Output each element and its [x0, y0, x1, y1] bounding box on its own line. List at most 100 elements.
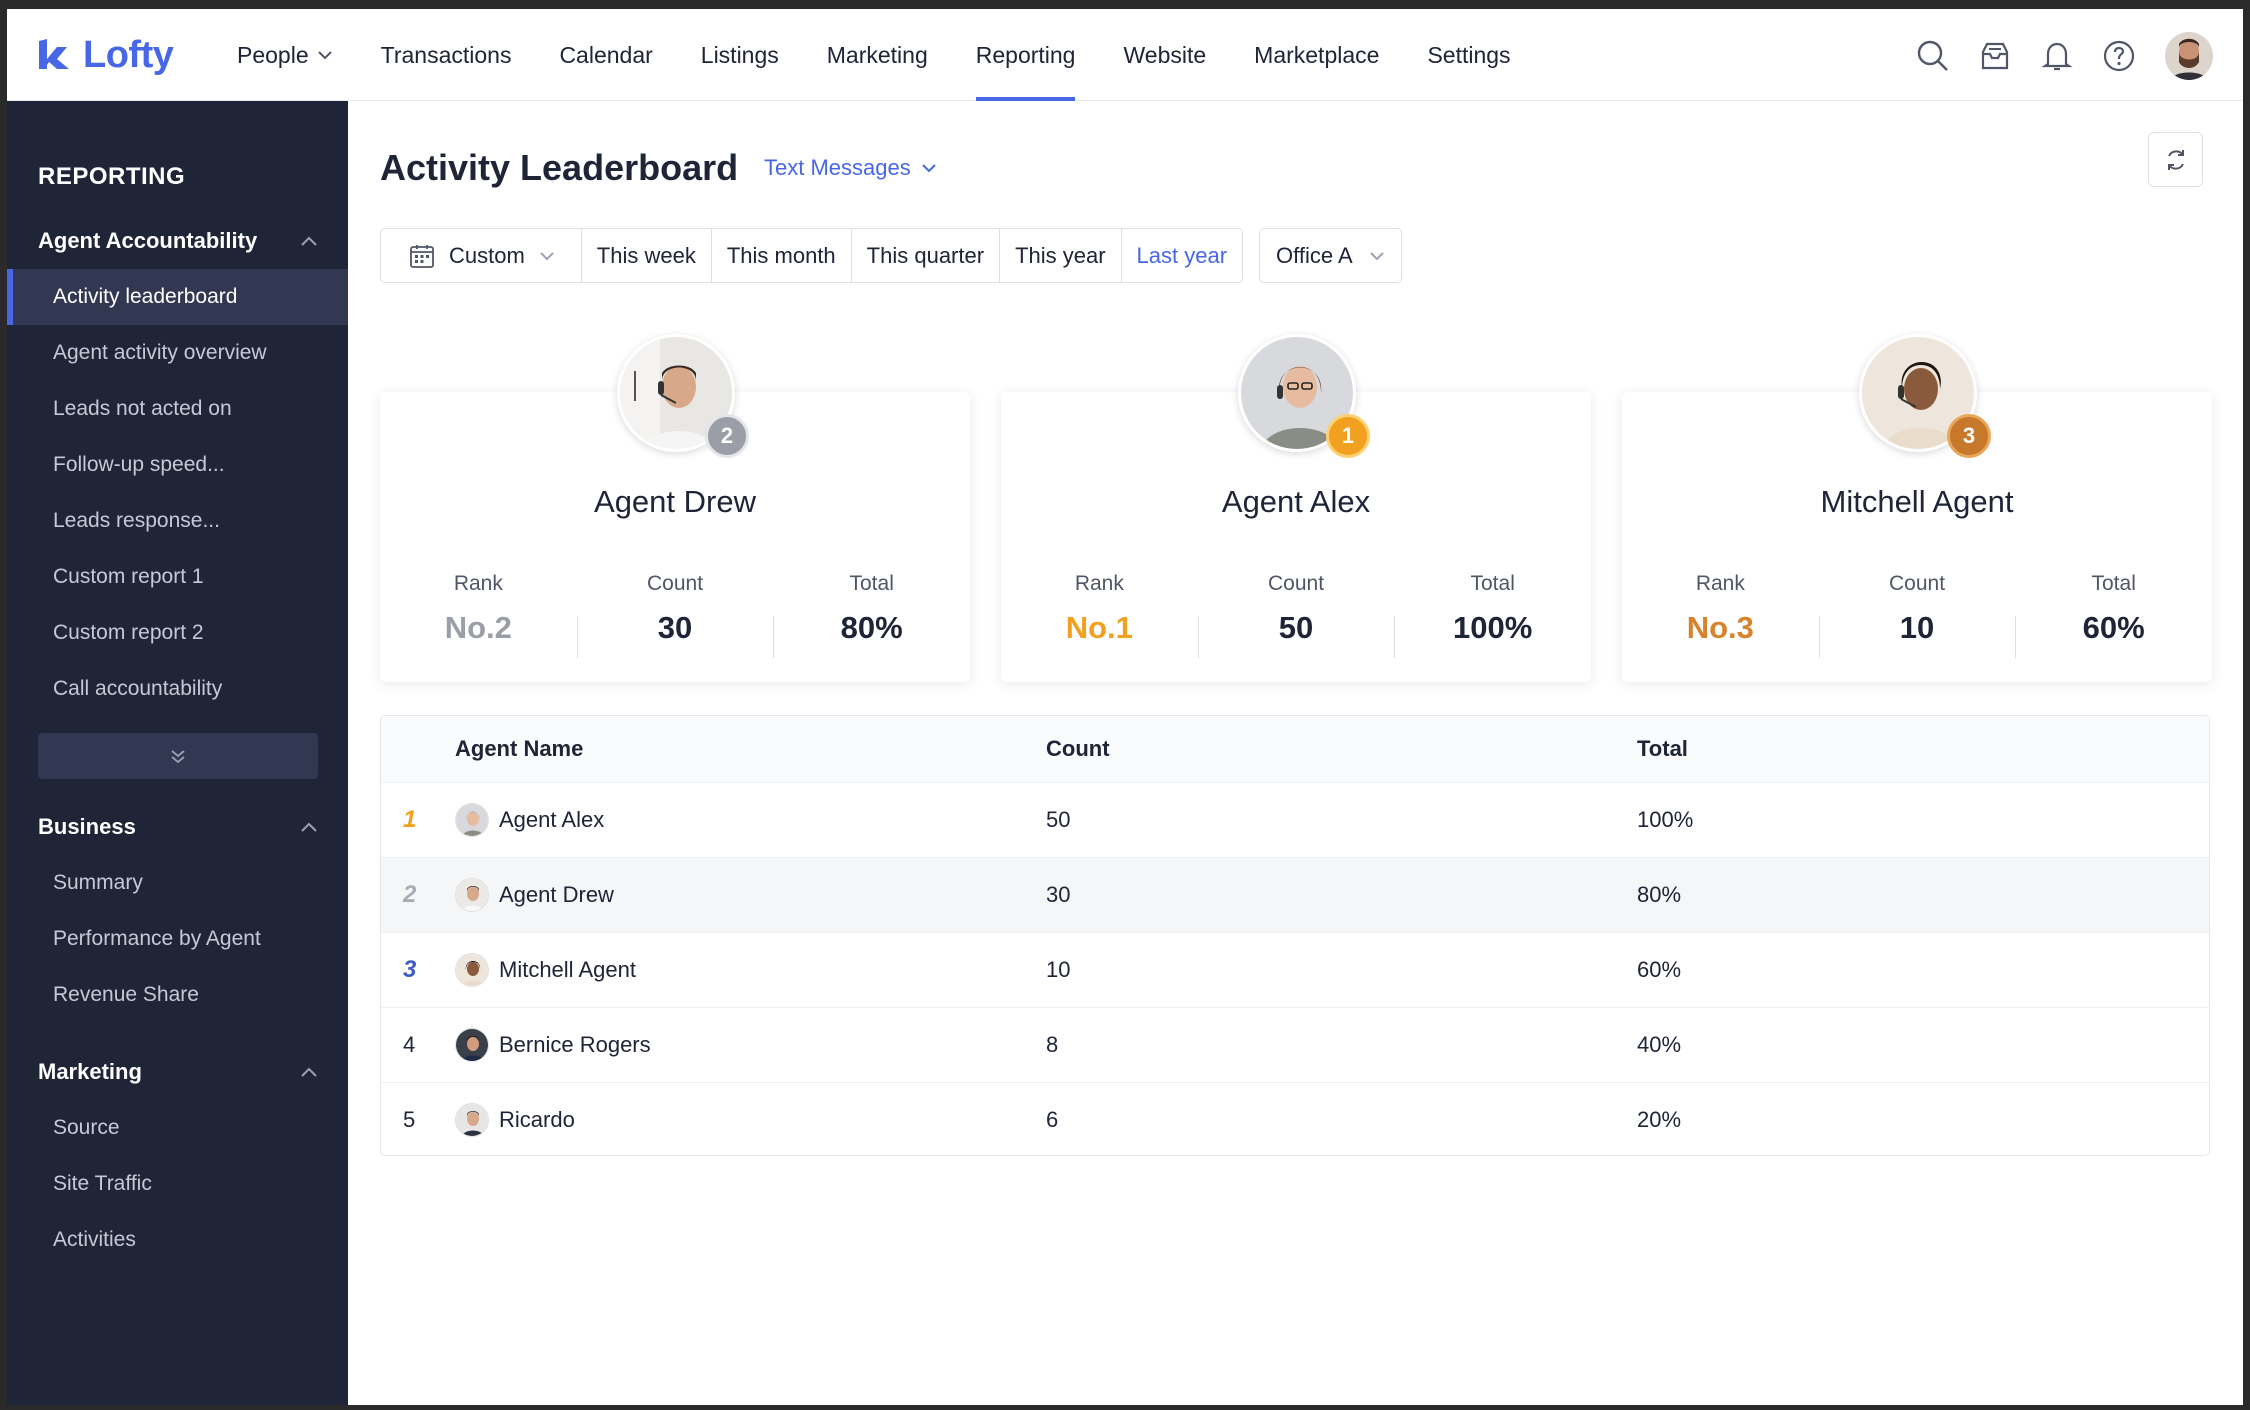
stat-count: Count 10	[1818, 572, 2016, 658]
sidebar-item-label: Performance by Agent	[53, 927, 261, 950]
sidebar-item-activity-leaderboard[interactable]: Activity leaderboard	[7, 269, 348, 325]
sidebar-group-header[interactable]: Business	[7, 799, 348, 855]
sidebar-item-leads-not-acted-on[interactable]: Leads not acted on	[7, 381, 348, 437]
nav-settings[interactable]: Settings	[1427, 9, 1510, 101]
header-count[interactable]: Count	[1046, 736, 1637, 762]
range-this-week[interactable]: This week	[580, 229, 711, 282]
inbox-button[interactable]	[1971, 32, 2019, 80]
nav-transactions[interactable]: Transactions	[381, 9, 512, 101]
agent-photo	[456, 804, 488, 836]
chevron-down-icon	[1369, 251, 1384, 260]
sidebar-item-label: Source	[53, 1116, 120, 1139]
sidebar-item-site-traffic[interactable]: Site Traffic	[7, 1156, 348, 1212]
agent-name[interactable]: Agent Drew	[499, 882, 614, 908]
agent-cell: Agent Alex	[455, 803, 1046, 837]
stat-count: Count 30	[576, 572, 774, 658]
sidebar: REPORTING Agent Accountability Activity …	[7, 101, 348, 1405]
sidebar-show-more-button[interactable]	[38, 733, 318, 779]
sidebar-item-custom-report-1[interactable]: Custom report 1	[7, 549, 348, 605]
range-this-quarter[interactable]: This quarter	[850, 229, 1000, 282]
count-cell: 30	[1046, 882, 1071, 907]
sidebar-item-call-accountability[interactable]: Call accountability	[7, 661, 348, 717]
count-cell: 8	[1046, 1032, 1059, 1057]
header-total[interactable]: Total	[1637, 736, 2209, 762]
sidebar-item-activities[interactable]: Activities	[7, 1212, 348, 1268]
agent-name[interactable]: Agent Alex	[499, 807, 604, 833]
stat-total: Total 100%	[1394, 572, 1591, 658]
logo-text: Lofty	[83, 33, 174, 76]
help-button[interactable]	[2095, 32, 2143, 80]
sidebar-group-header[interactable]: Agent Accountability	[7, 213, 348, 269]
range-this-year[interactable]: This year	[999, 229, 1121, 282]
podium-card-third: 3 Mitchell Agent Rank No.3 Count 10 Tota…	[1622, 334, 2212, 682]
agent-name[interactable]: Bernice Rogers	[499, 1032, 651, 1058]
nav-actions	[1895, 31, 2213, 81]
sidebar-item-label: Activities	[53, 1228, 136, 1251]
stat-rank: Rank No.1	[1001, 572, 1198, 646]
activity-type-dropdown[interactable]: Text Messages	[764, 155, 937, 181]
table-row[interactable]: 5 Ricardo 6 20%	[381, 1082, 2209, 1155]
nav-website[interactable]: Website	[1123, 9, 1206, 101]
agent-name: Agent Drew	[594, 484, 756, 519]
sidebar-item-revenue-share[interactable]: Revenue Share	[7, 967, 348, 1023]
refresh-icon	[2167, 149, 2184, 170]
stat-label: Rank	[453, 572, 503, 595]
sidebar-item-agent-activity-overview[interactable]: Agent activity overview	[7, 325, 348, 381]
podium-card-second: 2 Agent Drew Rank No.2 Count 30 Total 80…	[380, 334, 970, 682]
office-dropdown[interactable]: Office A	[1259, 228, 1402, 283]
agent-name[interactable]: Mitchell Agent	[499, 957, 636, 983]
logo[interactable]: Lofty	[35, 33, 174, 77]
activity-type-label: Text Messages	[764, 155, 911, 180]
sidebar-group-header[interactable]: Marketing	[7, 1044, 348, 1100]
sidebar-item-summary[interactable]: Summary	[7, 855, 348, 911]
calendar-icon	[410, 244, 434, 268]
sidebar-group-business: Business Summary Performance by Agent Re…	[7, 799, 348, 1023]
sidebar-item-label: Revenue Share	[53, 983, 199, 1006]
nav-marketplace[interactable]: Marketplace	[1254, 9, 1379, 101]
medal-badge: 2	[705, 414, 749, 458]
user-avatar[interactable]	[2165, 32, 2213, 80]
sidebar-item-performance-by-agent[interactable]: Performance by Agent	[7, 911, 348, 967]
sidebar-item-label: Follow-up speed...	[53, 453, 225, 476]
avatar	[455, 1103, 489, 1137]
stat-rank: Rank No.2	[380, 572, 577, 646]
top-navigation: Lofty People Transactions Calendar Listi…	[7, 9, 2243, 101]
nav-people[interactable]: People	[237, 9, 333, 101]
agent-cell: Agent Drew	[455, 878, 1046, 912]
nav-reporting[interactable]: Reporting	[975, 9, 1075, 101]
sidebar-item-custom-report-2[interactable]: Custom report 2	[7, 605, 348, 661]
agent-photo	[456, 879, 488, 911]
page-title: Activity Leaderboard	[380, 147, 739, 188]
search-button[interactable]	[1909, 32, 1957, 80]
table-row[interactable]: 2 Agent Drew 30 80%	[381, 857, 2209, 932]
header-agent-name[interactable]: Agent Name	[455, 736, 1046, 762]
table-row[interactable]: 1 Agent Alex 50 100%	[381, 782, 2209, 857]
stat-label: Total	[849, 572, 894, 595]
double-chevron-down-icon	[171, 750, 185, 764]
agent-stats: Rank No.1 Count 50 Total 100%	[1001, 572, 1591, 658]
sidebar-item-leads-response[interactable]: Leads response...	[7, 493, 348, 549]
sidebar-group-marketing: Marketing Source Site Traffic Activities	[7, 1044, 348, 1268]
table-row[interactable]: 3 Mitchell Agent 10 60%	[381, 932, 2209, 1007]
nav-marketing[interactable]: Marketing	[827, 9, 928, 101]
count-cell: 10	[1046, 957, 1071, 982]
sidebar-item-source[interactable]: Source	[7, 1100, 348, 1156]
sidebar-item-follow-up-speed[interactable]: Follow-up speed...	[7, 437, 348, 493]
stat-value: 80%	[840, 610, 903, 645]
stat-count: Count 50	[1197, 572, 1395, 658]
stat-value: 100%	[1453, 610, 1533, 645]
custom-range-button[interactable]: Custom	[381, 229, 581, 282]
range-this-month[interactable]: This month	[710, 229, 851, 282]
stat-value: 50	[1278, 610, 1314, 645]
notifications-button[interactable]	[2033, 32, 2081, 80]
agent-name: Agent Alex	[1221, 484, 1371, 519]
rank-number: 5	[403, 1107, 416, 1132]
range-last-year[interactable]: Last year	[1120, 229, 1243, 282]
nav-label: Marketplace	[1254, 41, 1380, 68]
agent-name[interactable]: Ricardo	[499, 1107, 575, 1133]
agent-photo	[456, 954, 488, 986]
nav-listings[interactable]: Listings	[701, 9, 779, 101]
nav-calendar[interactable]: Calendar	[559, 9, 652, 101]
refresh-button[interactable]	[2148, 132, 2203, 187]
table-row[interactable]: 4 Bernice Rogers 8 40%	[381, 1007, 2209, 1082]
